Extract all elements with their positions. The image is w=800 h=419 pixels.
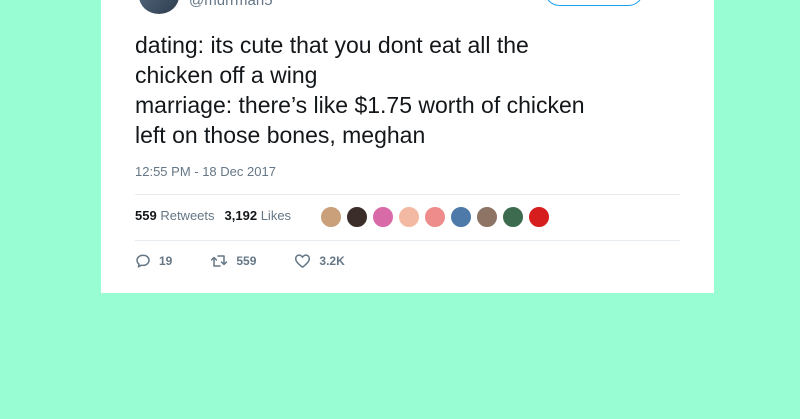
author-handle[interactable]: @murrman5	[189, 0, 273, 10]
retweet-button[interactable]: 559	[210, 253, 256, 269]
tweet-actions: 19 559 3.2K	[135, 253, 383, 269]
tweet-text-line: marriage: there’s like $1.75 worth of ch…	[135, 92, 585, 118]
liker-avatar[interactable]	[372, 206, 394, 228]
tweet-text-line: chicken off a wing	[135, 62, 318, 88]
liker-avatar[interactable]	[528, 206, 550, 228]
follow-button[interactable]	[544, 0, 644, 6]
likes-count: 3,192	[224, 208, 258, 223]
divider	[135, 194, 680, 195]
author-avatar[interactable]	[139, 0, 179, 14]
heart-icon	[295, 254, 311, 268]
likes-label: Likes	[260, 208, 292, 223]
liker-avatar[interactable]	[320, 206, 342, 228]
liker-avatars	[320, 206, 550, 228]
like-button[interactable]: 3.2K	[294, 253, 345, 269]
retweets-count: 559	[135, 208, 157, 223]
tweet-card: @murrman5 dating: its cute that you dont…	[101, 0, 714, 293]
tweet-text-line: left on those bones, meghan	[135, 122, 426, 148]
likes-stat[interactable]: 3,192 Likes	[225, 208, 292, 223]
retweets-label: Retweets	[160, 208, 215, 223]
divider	[135, 240, 680, 241]
retweets-stat[interactable]: 559 Retweets	[135, 208, 215, 223]
reply-count: 19	[159, 254, 173, 268]
tweet-text: dating: its cute that you dont eat all t…	[135, 30, 695, 150]
liker-avatar[interactable]	[450, 206, 472, 228]
tweet-text-line: dating: its cute that you dont eat all t…	[135, 32, 529, 58]
liker-avatar[interactable]	[502, 206, 524, 228]
like-action-count: 3.2K	[319, 254, 345, 268]
liker-avatar[interactable]	[346, 206, 368, 228]
tweet-stats: 559 Retweets 3,192 Likes	[135, 208, 291, 223]
reply-button[interactable]: 19	[135, 253, 172, 269]
tweet-timestamp[interactable]: 12:55 PM - 18 Dec 2017	[135, 164, 276, 179]
reply-icon	[136, 254, 150, 268]
liker-avatar[interactable]	[424, 206, 446, 228]
retweet-action-count: 559	[236, 254, 257, 268]
liker-avatar[interactable]	[398, 206, 420, 228]
liker-avatar[interactable]	[476, 206, 498, 228]
retweet-icon	[211, 255, 228, 267]
